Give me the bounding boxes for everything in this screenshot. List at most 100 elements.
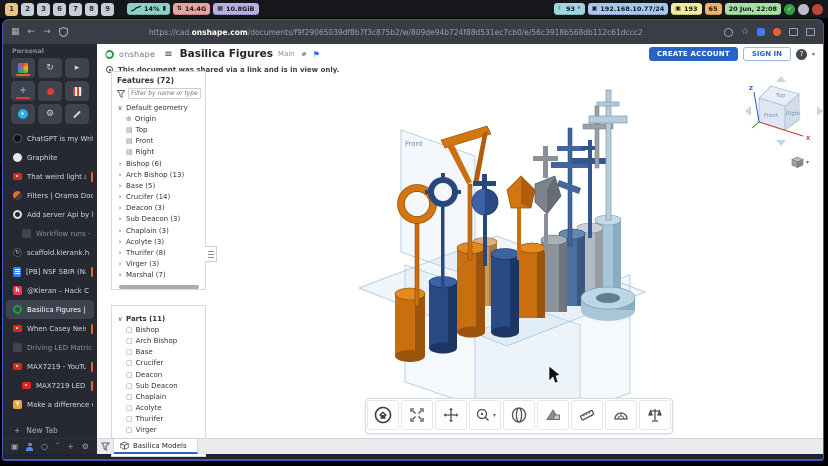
share-link-icon[interactable] — [300, 50, 308, 58]
tree-folder[interactable]: ›Acolyte (3) — [117, 236, 201, 247]
tree-node-plane[interactable]: ▤Front — [117, 136, 201, 147]
container-icon[interactable]: ▣ — [11, 442, 19, 451]
sidebar-tab[interactable]: @Kieran – Hack C — [3, 281, 97, 300]
tree-folder[interactable]: ›Arch Bishop (13) — [117, 169, 201, 180]
tree-folder[interactable]: ›Bishop (6) — [117, 158, 201, 169]
status-ok-icon[interactable]: ✓ — [784, 4, 795, 15]
part-item[interactable]: ▢Crucifer — [117, 358, 201, 369]
extensions-icon[interactable]: ▦ — [11, 28, 20, 37]
extension-orange-icon[interactable] — [773, 28, 781, 36]
pan-button[interactable] — [435, 400, 467, 430]
tray-icon[interactable] — [798, 4, 809, 15]
cube-arrow-left[interactable] — [745, 106, 751, 116]
pinned-tab-google[interactable] — [11, 58, 35, 78]
part-item[interactable]: ▢Thurifer — [117, 414, 201, 425]
new-tab-button[interactable]: +New Tab — [3, 422, 97, 438]
display-style-button[interactable] — [537, 400, 569, 430]
part-item[interactable]: ▢Bishop — [117, 324, 201, 335]
tree-folder[interactable]: ›Thurifer (8) — [117, 247, 201, 258]
measure-angle-button[interactable] — [605, 400, 637, 430]
tab-search-button[interactable] — [97, 439, 114, 454]
pinned-tab-telegram[interactable]: ▸ — [11, 104, 35, 124]
help-button[interactable]: ? — [796, 49, 807, 60]
follow-flag-icon[interactable]: ⚑ — [313, 50, 320, 59]
sidebar-tab[interactable]: Driving LED Matric — [3, 338, 97, 357]
tab-basilica-models[interactable]: Basilica Models — [114, 439, 198, 454]
part-item[interactable]: ▢Sub Deacon — [117, 380, 201, 391]
part-item[interactable]: ▢Base — [117, 347, 201, 358]
rotate-button[interactable] — [503, 400, 535, 430]
pinned-tab-new[interactable]: + — [11, 81, 35, 101]
workspace-button[interactable]: 6 — [53, 3, 66, 16]
sidebar-tab[interactable]: Add server Api by lo — [3, 205, 97, 224]
workspace-button[interactable]: 1 — [5, 3, 18, 16]
sidebar-tab[interactable]: MAX7219 LED mu — [3, 376, 97, 395]
tree-folder[interactable]: ›Chaplain (3) — [117, 225, 201, 236]
sidebar-tab[interactable]: When Casey Neistat — [3, 319, 97, 338]
zoom-button[interactable]: ▾ — [469, 400, 501, 430]
back-button[interactable]: ← — [28, 28, 36, 37]
forward-button[interactable]: → — [43, 28, 51, 37]
window-icon[interactable] — [806, 28, 815, 36]
collapse-icon[interactable]: ˆ — [56, 442, 60, 451]
view-cube[interactable]: Top Front Right Z X — [743, 74, 824, 150]
sidebar-tab[interactable]: [PB] NSF SBIR (Na — [3, 262, 97, 281]
part-item[interactable]: ▢Virger — [117, 425, 201, 436]
pinned-tab-write[interactable] — [65, 104, 89, 124]
sidebar-tab[interactable]: scaffold.kierank.h — [3, 243, 97, 262]
tree-folder[interactable]: ›Base (5) — [117, 180, 201, 191]
workspace-button[interactable]: 9 — [101, 3, 114, 16]
cube-arrow-up[interactable] — [776, 76, 786, 82]
part-item[interactable]: ▢Acolyte — [117, 403, 201, 414]
sidebar-tab-active[interactable]: Basilica Figures | — [6, 300, 94, 319]
pinned-tab-record[interactable] — [38, 81, 62, 101]
url-bar[interactable]: https://cad.onshape.com/documents/f9f290… — [76, 28, 716, 37]
shield-icon[interactable] — [59, 27, 68, 37]
tree-node-plane[interactable]: ▤Right — [117, 147, 201, 158]
fit-view-button[interactable] — [367, 400, 399, 430]
cube-arrow-down[interactable] — [776, 140, 786, 146]
tree-folder[interactable]: ›Deacon (3) — [117, 203, 201, 214]
tree-node-default-geometry[interactable]: ∨Default geometry — [117, 102, 201, 113]
mass-properties-button[interactable] — [639, 400, 671, 430]
sidebar-tab[interactable]: Workflow runs - — [3, 224, 97, 243]
circle-icon[interactable]: ○ — [41, 442, 48, 451]
filter-input[interactable] — [128, 88, 201, 99]
add-icon[interactable]: + — [67, 442, 74, 451]
tray-icon[interactable] — [812, 4, 823, 15]
menu-hamburger-icon[interactable]: ≡ — [164, 49, 172, 60]
workspace-button[interactable]: 2 — [21, 3, 34, 16]
part-item[interactable]: ▢Chaplain — [117, 391, 201, 402]
pinned-tab-refresh[interactable]: ↻ — [38, 58, 62, 78]
horizontal-scrollbar[interactable] — [119, 285, 199, 289]
tree-node-plane[interactable]: ▤Top — [117, 124, 201, 135]
sidebar-tab[interactable]: Graphite — [3, 148, 97, 167]
tree-folder[interactable]: ›Virger (3) — [117, 259, 201, 270]
extension-blue-icon[interactable] — [757, 28, 765, 36]
reader-mode-icon[interactable] — [724, 28, 733, 37]
sign-in-button[interactable]: SIGN IN — [743, 47, 791, 61]
sidebar-tab[interactable]: That weird light at t — [3, 167, 97, 186]
tree-folder[interactable]: ›Crucifer (14) — [117, 192, 201, 203]
measure-length-button[interactable] — [571, 400, 603, 430]
tree-folder[interactable]: ›Marshal (7) — [117, 270, 201, 281]
part-item[interactable]: ▢Deacon — [117, 369, 201, 380]
parts-header-row[interactable]: ∨Parts (11) — [117, 313, 201, 324]
workspace-button[interactable]: 7 — [69, 3, 82, 16]
pinned-tab-grid[interactable] — [65, 81, 89, 101]
chevron-down-icon[interactable]: ▾ — [812, 51, 815, 58]
profile-icon[interactable] — [26, 443, 33, 451]
branch-label[interactable]: Main — [278, 50, 295, 58]
pinned-tab-settings[interactable]: ⚙ — [38, 104, 62, 124]
create-account-button[interactable]: CREATE ACCOUNT — [649, 47, 738, 61]
sidebar-tab[interactable]: Filters | Orama Doc — [3, 186, 97, 205]
sidebar-tab[interactable]: MAX7219 - YouTube — [3, 357, 97, 376]
zoom-to-fit-button[interactable] — [401, 400, 433, 430]
part-item[interactable]: ▢Arch Bishop — [117, 335, 201, 346]
tree-node-origin[interactable]: ⊕Origin — [117, 113, 201, 124]
pinned-tab-send[interactable]: ▸ — [65, 58, 89, 78]
sidebar-tab[interactable]: ChatGPT is my Writi — [3, 129, 97, 148]
workspace-button[interactable]: 3 — [37, 3, 50, 16]
sidebar-tab[interactable]: Make a difference w — [3, 395, 97, 414]
cube-arrow-right[interactable] — [817, 106, 823, 116]
